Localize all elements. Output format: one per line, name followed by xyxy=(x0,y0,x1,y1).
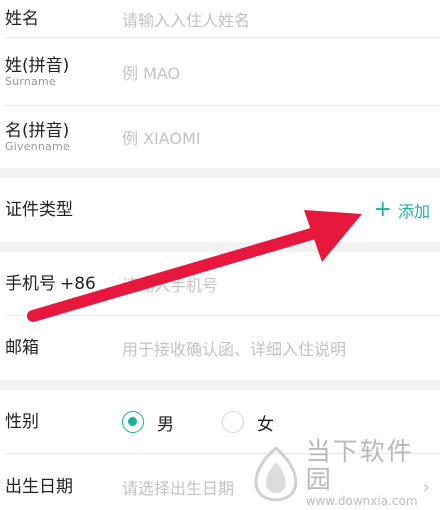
name-row[interactable]: 姓名 请输入入住人姓名 xyxy=(0,0,440,38)
surname-label: 姓(拼音) xyxy=(5,56,70,76)
givenname-sub-label: Givenname xyxy=(5,140,70,153)
plus-icon: + xyxy=(373,197,392,222)
watermark-logo-icon xyxy=(254,445,298,501)
birthday-label: 出生日期 xyxy=(5,477,73,497)
section-divider xyxy=(0,242,440,252)
id-type-row: 证件类型 + 添加 xyxy=(0,178,440,242)
givenname-input[interactable]: 例 XIAOMI xyxy=(122,125,201,149)
gender-radio-group: 男 女 xyxy=(122,410,322,435)
phone-row[interactable]: 手机号 +86 请输入手机号 xyxy=(0,252,440,316)
gender-option-male[interactable]: 男 xyxy=(122,410,174,435)
email-input[interactable]: 用于接收确认函、详细入住说明 xyxy=(122,336,346,360)
watermark: 当下软件园 www.downxia.com xyxy=(252,438,440,509)
email-label: 邮箱 xyxy=(5,338,39,358)
section-divider xyxy=(0,168,440,178)
id-type-label: 证件类型 xyxy=(5,200,73,220)
email-row[interactable]: 邮箱 用于接收确认函、详细入住说明 xyxy=(0,316,440,380)
givenname-row[interactable]: 名(拼音) Givenname 例 XIAOMI xyxy=(0,106,440,168)
section-divider xyxy=(0,380,440,390)
gender-option-label: 女 xyxy=(257,414,274,435)
gender-option-label: 男 xyxy=(157,414,174,435)
name-input[interactable]: 请输入入住人姓名 xyxy=(122,7,250,31)
gender-label: 性别 xyxy=(5,412,39,432)
id-type-section: 证件类型 + 添加 xyxy=(0,178,440,242)
givenname-label: 名(拼音) xyxy=(5,121,70,141)
watermark-url: www.downxia.com xyxy=(305,494,418,508)
surname-sub-label: Surname xyxy=(5,75,56,88)
country-code-selector[interactable]: +86 xyxy=(60,274,96,294)
watermark-name: 当下软件园 xyxy=(305,437,414,494)
surname-input[interactable]: 例 MAO xyxy=(122,60,180,84)
contact-section: 手机号 +86 请输入手机号 邮箱 用于接收确认函、详细入住说明 xyxy=(0,252,440,380)
birthday-input[interactable]: 请选择出生日期 xyxy=(122,475,234,499)
name-label: 姓名 xyxy=(5,9,39,29)
phone-input[interactable]: 请输入手机号 xyxy=(122,272,218,296)
surname-row[interactable]: 姓(拼音) Surname 例 MAO xyxy=(0,38,440,106)
add-id-button[interactable]: + 添加 xyxy=(374,198,430,222)
name-section: 姓名 请输入入住人姓名 姓(拼音) Surname 例 MAO 名(拼音) Gi… xyxy=(0,0,440,168)
add-id-label: 添加 xyxy=(397,202,430,221)
radio-checked-icon xyxy=(122,411,144,433)
phone-label: 手机号 xyxy=(5,274,56,294)
gender-option-female[interactable]: 女 xyxy=(222,410,274,435)
radio-unchecked-icon xyxy=(222,411,244,433)
